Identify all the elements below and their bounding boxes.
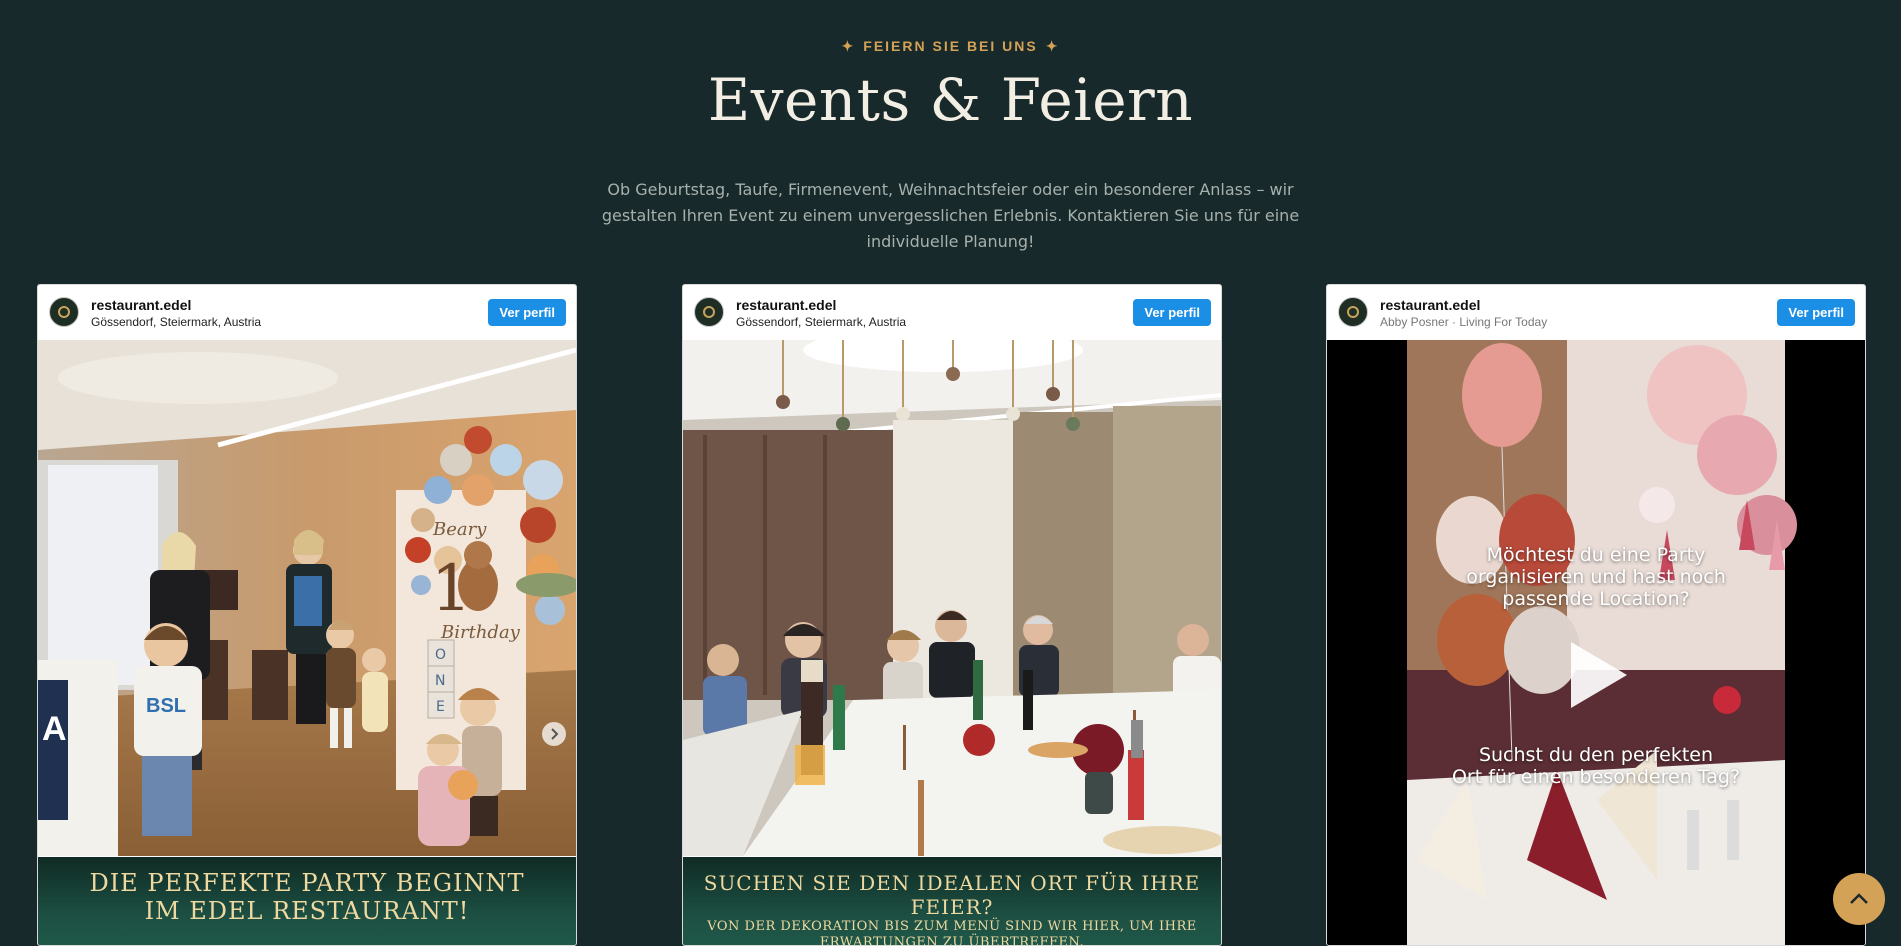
play-button[interactable] [1561, 638, 1631, 712]
intro-line: Ob Geburtstag, Taufe, Firmenevent, Weihn… [607, 180, 1294, 199]
account-name[interactable]: restaurant.edel [736, 297, 836, 313]
intro-line: gestalten Ihren Event zu einem unvergess… [601, 206, 1300, 225]
banner-line: DIE PERFEKTE PARTY BEGINNT [89, 869, 525, 897]
account-name[interactable]: restaurant.edel [91, 297, 191, 313]
banner-subline: VON DER DEKORATION BIS ZUM MENÜ SIND WIR… [707, 919, 1197, 934]
intro-line: individuelle Planung! [866, 232, 1035, 251]
section-intro: Ob Geburtstag, Taufe, Firmenevent, Weihn… [600, 177, 1301, 255]
banner-line: IM EDEL RESTAURANT! [144, 897, 470, 925]
banner-line: SUCHEN SIE DEN IDEALEN ORT FÜR IHRE FEIE… [703, 871, 1201, 919]
carousel-next-button[interactable] [542, 722, 566, 746]
post-video[interactable]: Möchtest du eine Party organisieren und … [1327, 340, 1865, 945]
video-caption-top: Möchtest du eine Party organisieren und … [1407, 544, 1785, 610]
audio-attribution[interactable]: Abby Posner · Living For Today [1380, 315, 1547, 329]
account-name[interactable]: restaurant.edel [1380, 297, 1480, 313]
avatar[interactable] [49, 297, 79, 327]
post-photo[interactable]: Beary 1 st Birthday O N E [38, 340, 576, 856]
post-header: restaurant.edel Gössendorf, Steiermark, … [683, 285, 1221, 339]
post-header: restaurant.edel Gössendorf, Steiermark, … [38, 285, 576, 339]
sign-text: Beary [432, 519, 487, 540]
caption-line: Suchst du den perfekten [1478, 744, 1714, 766]
post-header: restaurant.edel Abby Posner · Living For… [1327, 285, 1865, 339]
instagram-post-card: restaurant.edel Gössendorf, Steiermark, … [37, 284, 577, 946]
caption-line: Ort für einen besonderen Tag? [1451, 766, 1741, 788]
post-location[interactable]: Gössendorf, Steiermark, Austria [736, 315, 906, 329]
post-banner: DIE PERFEKTE PARTY BEGINNT IM EDEL RESTA… [38, 857, 576, 945]
view-profile-button[interactable]: Ver perfil [1133, 299, 1211, 326]
video-caption-bottom: Suchst du den perfekten Ort für einen be… [1407, 744, 1785, 788]
sleeve-letter: A [42, 710, 67, 748]
chevron-right-icon [551, 728, 559, 740]
instagram-post-card: restaurant.edel Abby Posner · Living For… [1326, 284, 1866, 946]
block-letter: N [435, 673, 445, 689]
caption-line: Möchtest du eine Party [1486, 544, 1706, 566]
post-banner: SUCHEN SIE DEN IDEALEN ORT FÜR IHRE FEIE… [683, 857, 1221, 945]
party-photo-image: Beary 1 st Birthday O N E [38, 340, 576, 856]
caption-line: organisieren und hast noch [1466, 566, 1726, 588]
sparkle-icon: ✦ [1045, 38, 1060, 54]
view-profile-button[interactable]: Ver perfil [488, 299, 566, 326]
section-eyebrow: ✦ FEIERN SIE BEI UNS ✦ [0, 38, 1901, 55]
post-location[interactable]: Gössendorf, Steiermark, Austria [91, 315, 261, 329]
section-title: Events & Feiern [707, 66, 1194, 134]
dinner-table-image [683, 340, 1221, 856]
instagram-post-card: restaurant.edel Gössendorf, Steiermark, … [682, 284, 1222, 946]
caption-line: passende Location? [1502, 588, 1690, 610]
eyebrow-text: FEIERN SIE BEI UNS [863, 38, 1038, 54]
block-letter: O [435, 647, 446, 663]
post-photo[interactable] [683, 340, 1221, 856]
shirt-text: BSL [146, 695, 186, 717]
play-icon [1571, 642, 1627, 708]
avatar[interactable] [694, 297, 724, 327]
sparkle-icon: ✦ [841, 38, 856, 54]
block-letter: E [436, 699, 445, 715]
view-profile-button[interactable]: Ver perfil [1777, 299, 1855, 326]
chevron-up-icon [1850, 893, 1868, 904]
scroll-to-top-button[interactable] [1833, 873, 1885, 925]
avatar[interactable] [1338, 297, 1368, 327]
